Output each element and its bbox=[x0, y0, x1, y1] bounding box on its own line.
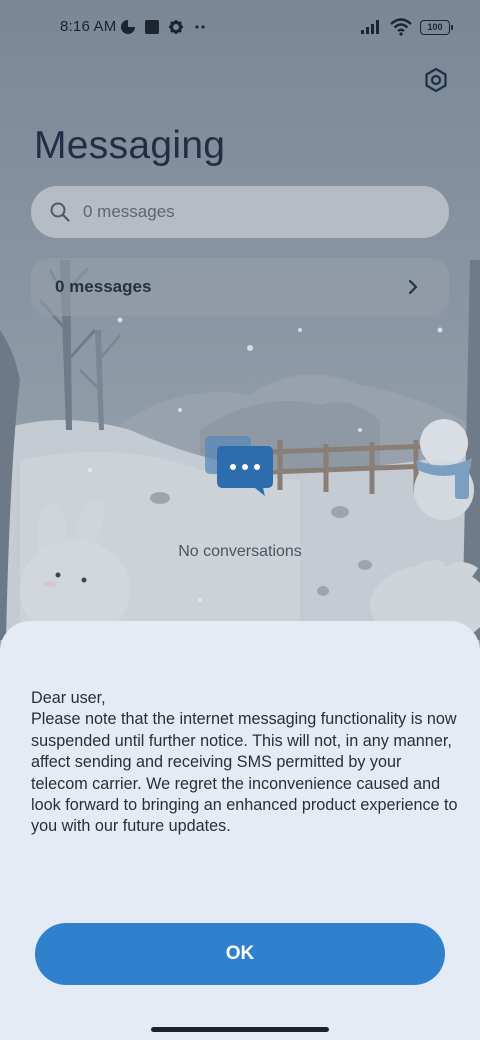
more-dots-icon bbox=[195, 25, 205, 29]
empty-state-text: No conversations bbox=[178, 543, 302, 560]
ok-button[interactable]: OK bbox=[35, 923, 445, 985]
battery-level: 100 bbox=[427, 22, 443, 32]
status-bar: 8:16 AM 100 bbox=[0, 0, 480, 56]
search-icon bbox=[50, 202, 70, 222]
settings-button[interactable] bbox=[420, 64, 452, 96]
status-left-icons bbox=[120, 18, 208, 36]
page-title: Messaging bbox=[34, 124, 226, 167]
notice-message: Dear user, Please note that the internet… bbox=[31, 689, 458, 836]
status-time: 8:16 AM bbox=[60, 18, 117, 35]
settings-icon bbox=[425, 67, 447, 93]
app-notification-icon bbox=[145, 20, 159, 34]
battery-icon: 100 bbox=[420, 19, 453, 35]
signal-icon bbox=[361, 20, 379, 34]
search-bar[interactable] bbox=[31, 186, 449, 238]
chat-bubble-icon bbox=[205, 436, 273, 496]
settings-gear-icon bbox=[169, 20, 183, 34]
search-input[interactable] bbox=[83, 202, 383, 222]
data-saver-icon bbox=[121, 20, 135, 34]
status-right-icons: 100 bbox=[360, 18, 453, 36]
messages-row[interactable]: 0 messages bbox=[31, 258, 449, 316]
messages-row-label: 0 messages bbox=[55, 277, 152, 296]
chevron-right-icon bbox=[408, 279, 418, 295]
wifi-icon bbox=[390, 18, 412, 36]
home-indicator[interactable] bbox=[151, 1027, 329, 1032]
